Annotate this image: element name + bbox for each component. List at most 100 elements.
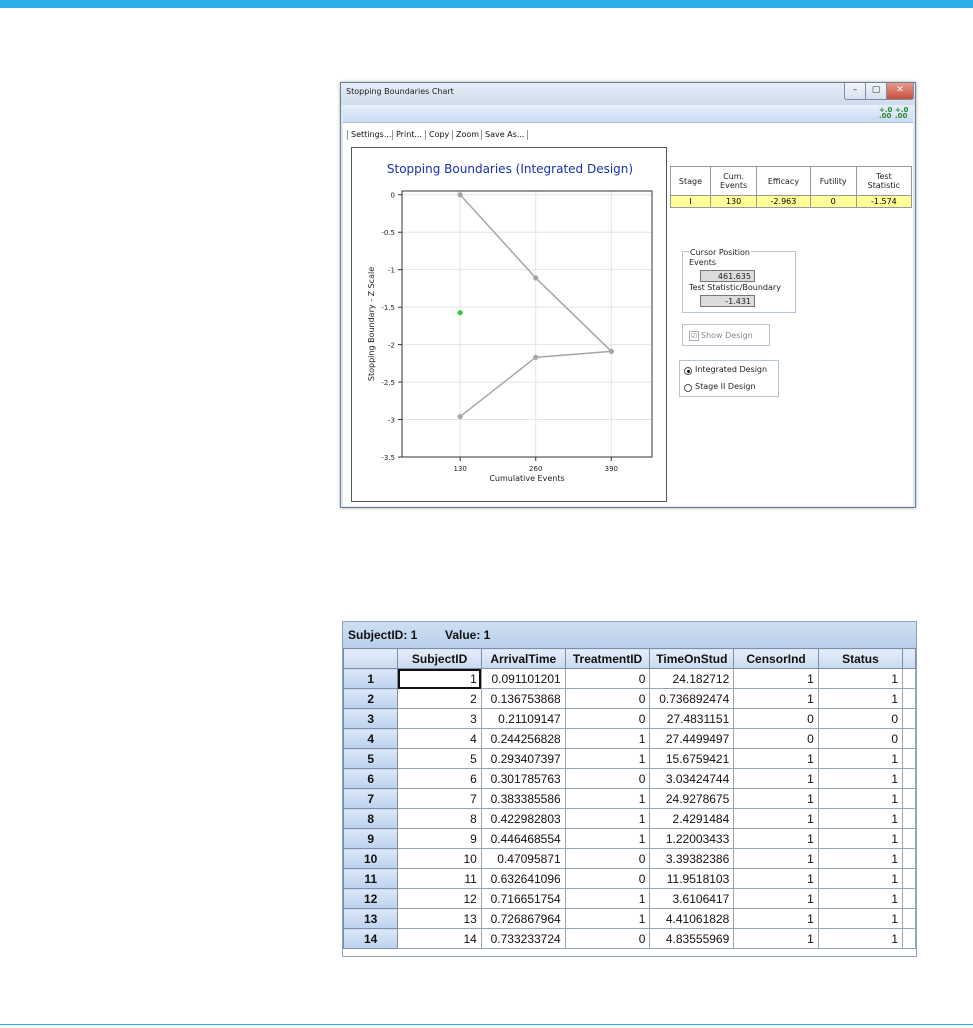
table-cell[interactable]: 1 bbox=[817, 868, 904, 889]
table-cell[interactable]: 0.301785763 bbox=[480, 768, 566, 789]
table-cell[interactable]: 0.726867964 bbox=[480, 908, 566, 929]
table-cell[interactable]: 1 bbox=[397, 668, 482, 689]
grid-corner-header[interactable] bbox=[343, 648, 399, 669]
table-cell[interactable]: 1 bbox=[733, 768, 819, 789]
row-header[interactable]: 10 bbox=[343, 848, 399, 869]
table-cell[interactable]: 3.6106417 bbox=[649, 888, 735, 909]
row-header[interactable]: 6 bbox=[343, 768, 399, 789]
column-header[interactable]: TreatmentID bbox=[564, 648, 651, 669]
table-cell-overflow[interactable] bbox=[902, 908, 916, 929]
row-header[interactable]: 9 bbox=[343, 828, 399, 849]
table-cell[interactable]: 7 bbox=[397, 788, 482, 809]
table-cell[interactable]: 0 bbox=[817, 708, 904, 729]
table-cell[interactable]: 1 bbox=[733, 888, 819, 909]
table-cell[interactable]: 0 bbox=[564, 768, 651, 789]
table-cell[interactable]: 1 bbox=[817, 928, 904, 949]
stage-table-cell[interactable]: -1.574 bbox=[855, 195, 913, 208]
table-cell-overflow[interactable] bbox=[902, 668, 916, 689]
table-cell-overflow[interactable] bbox=[902, 768, 916, 789]
table-cell[interactable]: 1 bbox=[564, 888, 651, 909]
table-cell[interactable]: 1 bbox=[564, 728, 651, 749]
checkbox-icon[interactable]: ☑ bbox=[689, 331, 699, 341]
stage2-design-radio[interactable] bbox=[684, 384, 692, 392]
table-cell[interactable]: 1 bbox=[817, 668, 904, 689]
table-cell[interactable]: 24.9278675 bbox=[649, 788, 735, 809]
integrated-design-radio[interactable] bbox=[684, 367, 692, 375]
menu-save-as[interactable]: Save As... bbox=[485, 130, 524, 139]
table-cell[interactable]: 12 bbox=[397, 888, 482, 909]
table-cell[interactable]: 0 bbox=[564, 848, 651, 869]
table-cell[interactable]: 0.136753868 bbox=[480, 688, 566, 709]
row-header[interactable]: 5 bbox=[343, 748, 399, 769]
table-cell[interactable]: 3 bbox=[397, 708, 482, 729]
table-cell[interactable]: 1 bbox=[733, 908, 819, 929]
row-header[interactable]: 8 bbox=[343, 808, 399, 829]
row-header[interactable]: 4 bbox=[343, 728, 399, 749]
integrated-design-label[interactable]: Integrated Design bbox=[695, 365, 767, 374]
chart-panel[interactable]: Stopping Boundaries (Integrated Design) … bbox=[351, 147, 667, 502]
row-header[interactable]: 7 bbox=[343, 788, 399, 809]
table-cell[interactable]: 1 bbox=[564, 908, 651, 929]
row-header[interactable]: 3 bbox=[343, 708, 399, 729]
table-cell[interactable]: 1 bbox=[817, 888, 904, 909]
table-cell[interactable]: 0.632641096 bbox=[480, 868, 566, 889]
table-cell[interactable]: 1 bbox=[817, 848, 904, 869]
column-header[interactable]: Status bbox=[817, 648, 904, 669]
column-header[interactable]: TimeOnStud bbox=[649, 648, 735, 669]
table-cell-overflow[interactable] bbox=[902, 848, 916, 869]
table-cell[interactable]: 8 bbox=[397, 808, 482, 829]
row-header[interactable]: 2 bbox=[343, 688, 399, 709]
table-cell[interactable]: 0.446468554 bbox=[480, 828, 566, 849]
table-cell-overflow[interactable] bbox=[902, 888, 916, 909]
table-cell[interactable]: 6 bbox=[397, 768, 482, 789]
table-cell-overflow[interactable] bbox=[902, 788, 916, 809]
table-cell[interactable]: 1 bbox=[817, 748, 904, 769]
table-cell[interactable]: 3.39382386 bbox=[649, 848, 735, 869]
table-cell[interactable]: 1 bbox=[733, 688, 819, 709]
table-cell[interactable]: 1 bbox=[817, 688, 904, 709]
table-cell[interactable]: 10 bbox=[397, 848, 482, 869]
stage-table-cell[interactable]: I bbox=[670, 195, 711, 208]
table-cell[interactable]: 1 bbox=[817, 788, 904, 809]
column-header[interactable]: CensorInd bbox=[733, 648, 819, 669]
table-cell[interactable]: 1 bbox=[817, 768, 904, 789]
menu-print[interactable]: Print... bbox=[396, 130, 422, 139]
table-cell[interactable]: 0.733233724 bbox=[480, 928, 566, 949]
table-cell-overflow[interactable] bbox=[902, 808, 916, 829]
table-cell[interactable]: 1 bbox=[817, 908, 904, 929]
table-cell[interactable]: 0 bbox=[817, 728, 904, 749]
table-cell[interactable]: 1 bbox=[564, 748, 651, 769]
table-cell[interactable]: 27.4499497 bbox=[649, 728, 735, 749]
table-cell[interactable]: 1 bbox=[733, 788, 819, 809]
stage-table-cell[interactable]: 0 bbox=[809, 195, 857, 208]
show-design-checkbox[interactable]: ☑ Show Design bbox=[682, 324, 770, 346]
row-header[interactable]: 12 bbox=[343, 888, 399, 909]
table-cell[interactable]: 0.293407397 bbox=[480, 748, 566, 769]
close-button[interactable]: ✕ bbox=[886, 83, 914, 100]
table-cell[interactable]: 2 bbox=[397, 688, 482, 709]
table-cell[interactable]: 3.03424744 bbox=[649, 768, 735, 789]
maximize-button[interactable]: ▢ bbox=[865, 83, 887, 100]
table-cell[interactable]: 1 bbox=[733, 848, 819, 869]
table-cell[interactable]: 1 bbox=[817, 808, 904, 829]
table-cell-overflow[interactable] bbox=[902, 868, 916, 889]
table-cell[interactable]: 0.736892474 bbox=[649, 688, 735, 709]
table-cell[interactable]: 1 bbox=[733, 828, 819, 849]
menu-settings[interactable]: Settings... bbox=[351, 130, 391, 139]
table-cell[interactable]: 9 bbox=[397, 828, 482, 849]
menu-zoom[interactable]: Zoom bbox=[456, 130, 479, 139]
table-cell[interactable]: 24.182712 bbox=[649, 668, 735, 689]
column-header-overflow[interactable] bbox=[902, 648, 916, 669]
stage-table-cell[interactable]: 130 bbox=[709, 195, 758, 208]
table-cell[interactable]: 13 bbox=[397, 908, 482, 929]
table-cell-overflow[interactable] bbox=[902, 748, 916, 769]
column-header[interactable]: ArrivalTime bbox=[480, 648, 566, 669]
table-cell[interactable]: 1 bbox=[733, 928, 819, 949]
row-header[interactable]: 13 bbox=[343, 908, 399, 929]
table-cell[interactable]: 0 bbox=[733, 728, 819, 749]
table-cell[interactable]: 0 bbox=[564, 708, 651, 729]
increase-decimals-icon[interactable]: +.0 .00 bbox=[879, 107, 892, 120]
table-cell[interactable]: 11.9518103 bbox=[649, 868, 735, 889]
table-cell[interactable]: 4.41061828 bbox=[649, 908, 735, 929]
table-cell[interactable]: 1 bbox=[733, 748, 819, 769]
